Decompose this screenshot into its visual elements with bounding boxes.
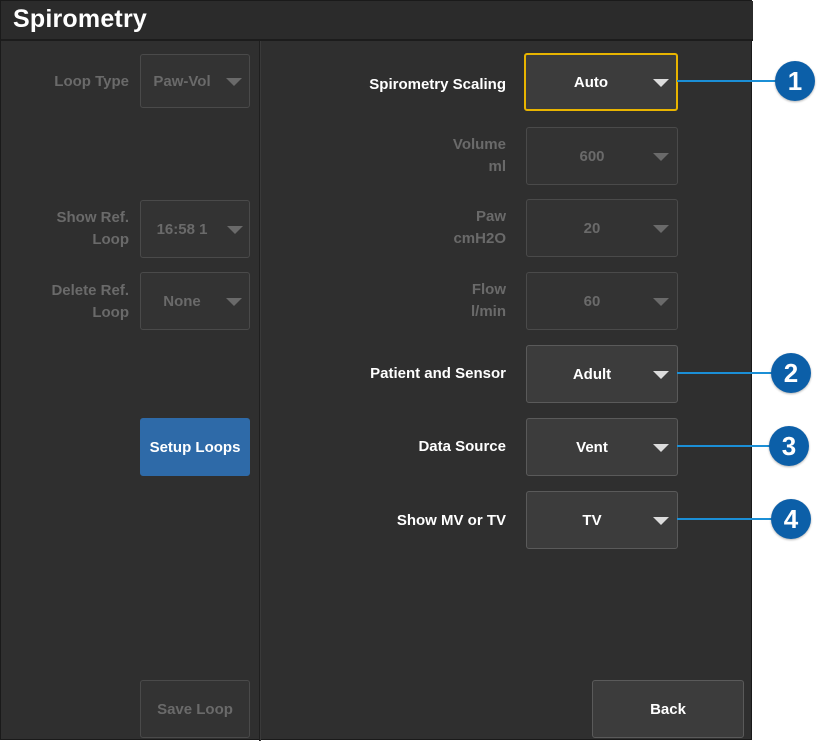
flow-dropdown[interactable]: 60: [526, 272, 678, 330]
loop-type-value: Paw-Vol: [153, 72, 211, 90]
title-bar: Spirometry: [1, 1, 753, 41]
data-source-dropdown[interactable]: Vent: [526, 418, 678, 476]
patient-and-sensor-value: Adult: [572, 365, 612, 383]
spirometry-scaling-label: Spirometry Scaling: [369, 76, 506, 93]
spirometry-scaling-dropdown[interactable]: Auto: [524, 53, 678, 111]
loop-type-label: Loop Type: [54, 73, 129, 90]
delete-ref-loop-label: Delete Ref. Loop: [51, 282, 129, 321]
show-mv-or-tv-label: Show MV or TV: [396, 512, 506, 529]
window-title: Spirometry: [13, 5, 147, 33]
paw-value: 20: [583, 219, 601, 237]
volume-dropdown[interactable]: 600: [526, 127, 678, 185]
volume-label: Volume ml: [452, 136, 506, 175]
show-ref-loop-dropdown[interactable]: 16:58 1: [140, 200, 250, 258]
delete-ref-loop-dropdown[interactable]: None: [140, 272, 250, 330]
callout-badge-1: 1: [775, 61, 815, 101]
caret-down-icon: [653, 225, 669, 233]
caret-down-icon: [227, 226, 243, 234]
show-ref-loop-value: 16:58 1: [156, 220, 208, 238]
spirometry-scaling-value: Auto: [573, 73, 609, 91]
show-ref-loop-label: Show Ref. Loop: [56, 209, 129, 248]
show-mv-or-tv-dropdown[interactable]: TV: [526, 491, 678, 549]
callout-badge-3: 3: [769, 426, 809, 466]
flow-value: 60: [583, 292, 601, 310]
volume-value: 600: [579, 147, 605, 165]
flow-label: Flow l/min: [470, 281, 506, 320]
caret-down-icon: [226, 78, 242, 86]
setup-loops-button[interactable]: Setup Loops: [140, 418, 250, 476]
callout-badge-4: 4: [771, 499, 811, 539]
show-mv-or-tv-value: TV: [582, 511, 602, 529]
caret-down-icon: [653, 298, 669, 306]
loop-type-dropdown[interactable]: Paw-Vol: [140, 54, 250, 108]
caret-down-icon: [653, 153, 669, 161]
data-source-label: Data Source: [418, 438, 506, 455]
caret-down-icon: [653, 444, 669, 452]
back-button[interactable]: Back: [592, 680, 744, 738]
paw-label: Paw cmH2O: [453, 208, 506, 247]
caret-down-icon: [653, 517, 669, 525]
patient-and-sensor-dropdown[interactable]: Adult: [526, 345, 678, 403]
patient-and-sensor-label: Patient and Sensor: [370, 365, 506, 382]
caret-down-icon: [653, 79, 669, 87]
callout-badge-2: 2: [771, 353, 811, 393]
callout-line-1: [677, 80, 777, 82]
caret-down-icon: [653, 371, 669, 379]
data-source-value: Vent: [576, 438, 608, 456]
delete-ref-loop-value: None: [163, 292, 201, 310]
column-divider: [259, 41, 260, 741]
save-loop-button[interactable]: Save Loop: [140, 680, 250, 738]
spirometry-panel: Spirometry Loop Type Paw-Vol Show Ref. L…: [0, 0, 753, 741]
caret-down-icon: [226, 298, 242, 306]
callout-line-3: [677, 445, 771, 447]
callout-line-2: [677, 372, 773, 374]
callout-line-4: [677, 518, 773, 520]
paw-dropdown[interactable]: 20: [526, 199, 678, 257]
